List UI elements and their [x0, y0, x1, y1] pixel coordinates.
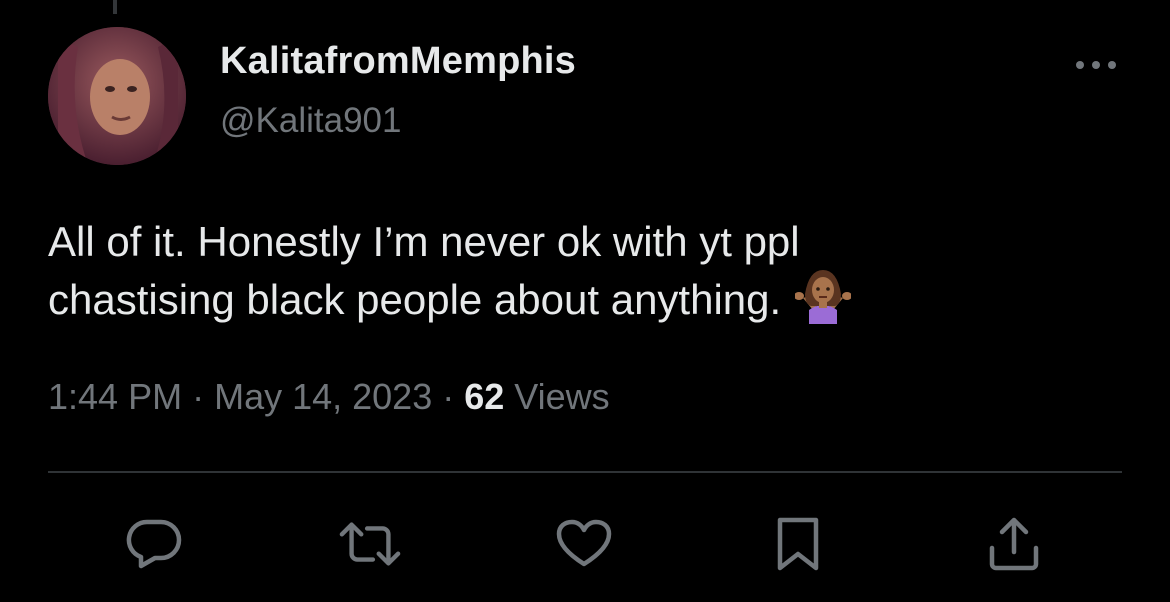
reply-icon — [126, 519, 182, 569]
retweet-icon — [339, 522, 401, 566]
user-handle[interactable]: @Kalita901 — [220, 101, 401, 141]
like-button[interactable] — [552, 512, 616, 576]
tweet-date[interactable]: May 14, 2023 — [214, 376, 432, 417]
avatar-image — [48, 27, 186, 165]
share-button[interactable] — [982, 512, 1046, 576]
tweet-meta: 1:44 PM · May 14, 2023 · 62 Views — [48, 376, 610, 418]
tweet-text: All of it. Honestly I’m never ok with yt… — [48, 214, 1108, 338]
thread-connector-line — [113, 0, 117, 14]
meta-separator: · — [182, 376, 215, 417]
heart-icon — [556, 519, 612, 567]
tweet-text-line: chastising black people about anything. — [48, 270, 1108, 338]
views-label: Views — [504, 376, 610, 417]
bookmark-button[interactable] — [766, 512, 830, 576]
bookmark-icon — [777, 517, 819, 571]
more-options-icon[interactable] — [1070, 50, 1122, 80]
retweet-button[interactable] — [338, 512, 402, 576]
reply-button[interactable] — [122, 512, 186, 576]
avatar[interactable] — [48, 27, 186, 165]
divider — [48, 471, 1122, 473]
views-count[interactable]: 62 — [464, 376, 504, 417]
tweet-text-line-content: chastising black people about anything. — [48, 276, 782, 323]
tweet-time[interactable]: 1:44 PM — [48, 376, 182, 417]
tweet-text-line: All of it. Honestly I’m never ok with yt… — [48, 218, 800, 265]
share-icon — [989, 517, 1039, 571]
person-shrugging-emoji — [794, 270, 853, 338]
meta-separator: · — [432, 376, 465, 417]
display-name[interactable]: KalitafromMemphis — [220, 40, 576, 83]
